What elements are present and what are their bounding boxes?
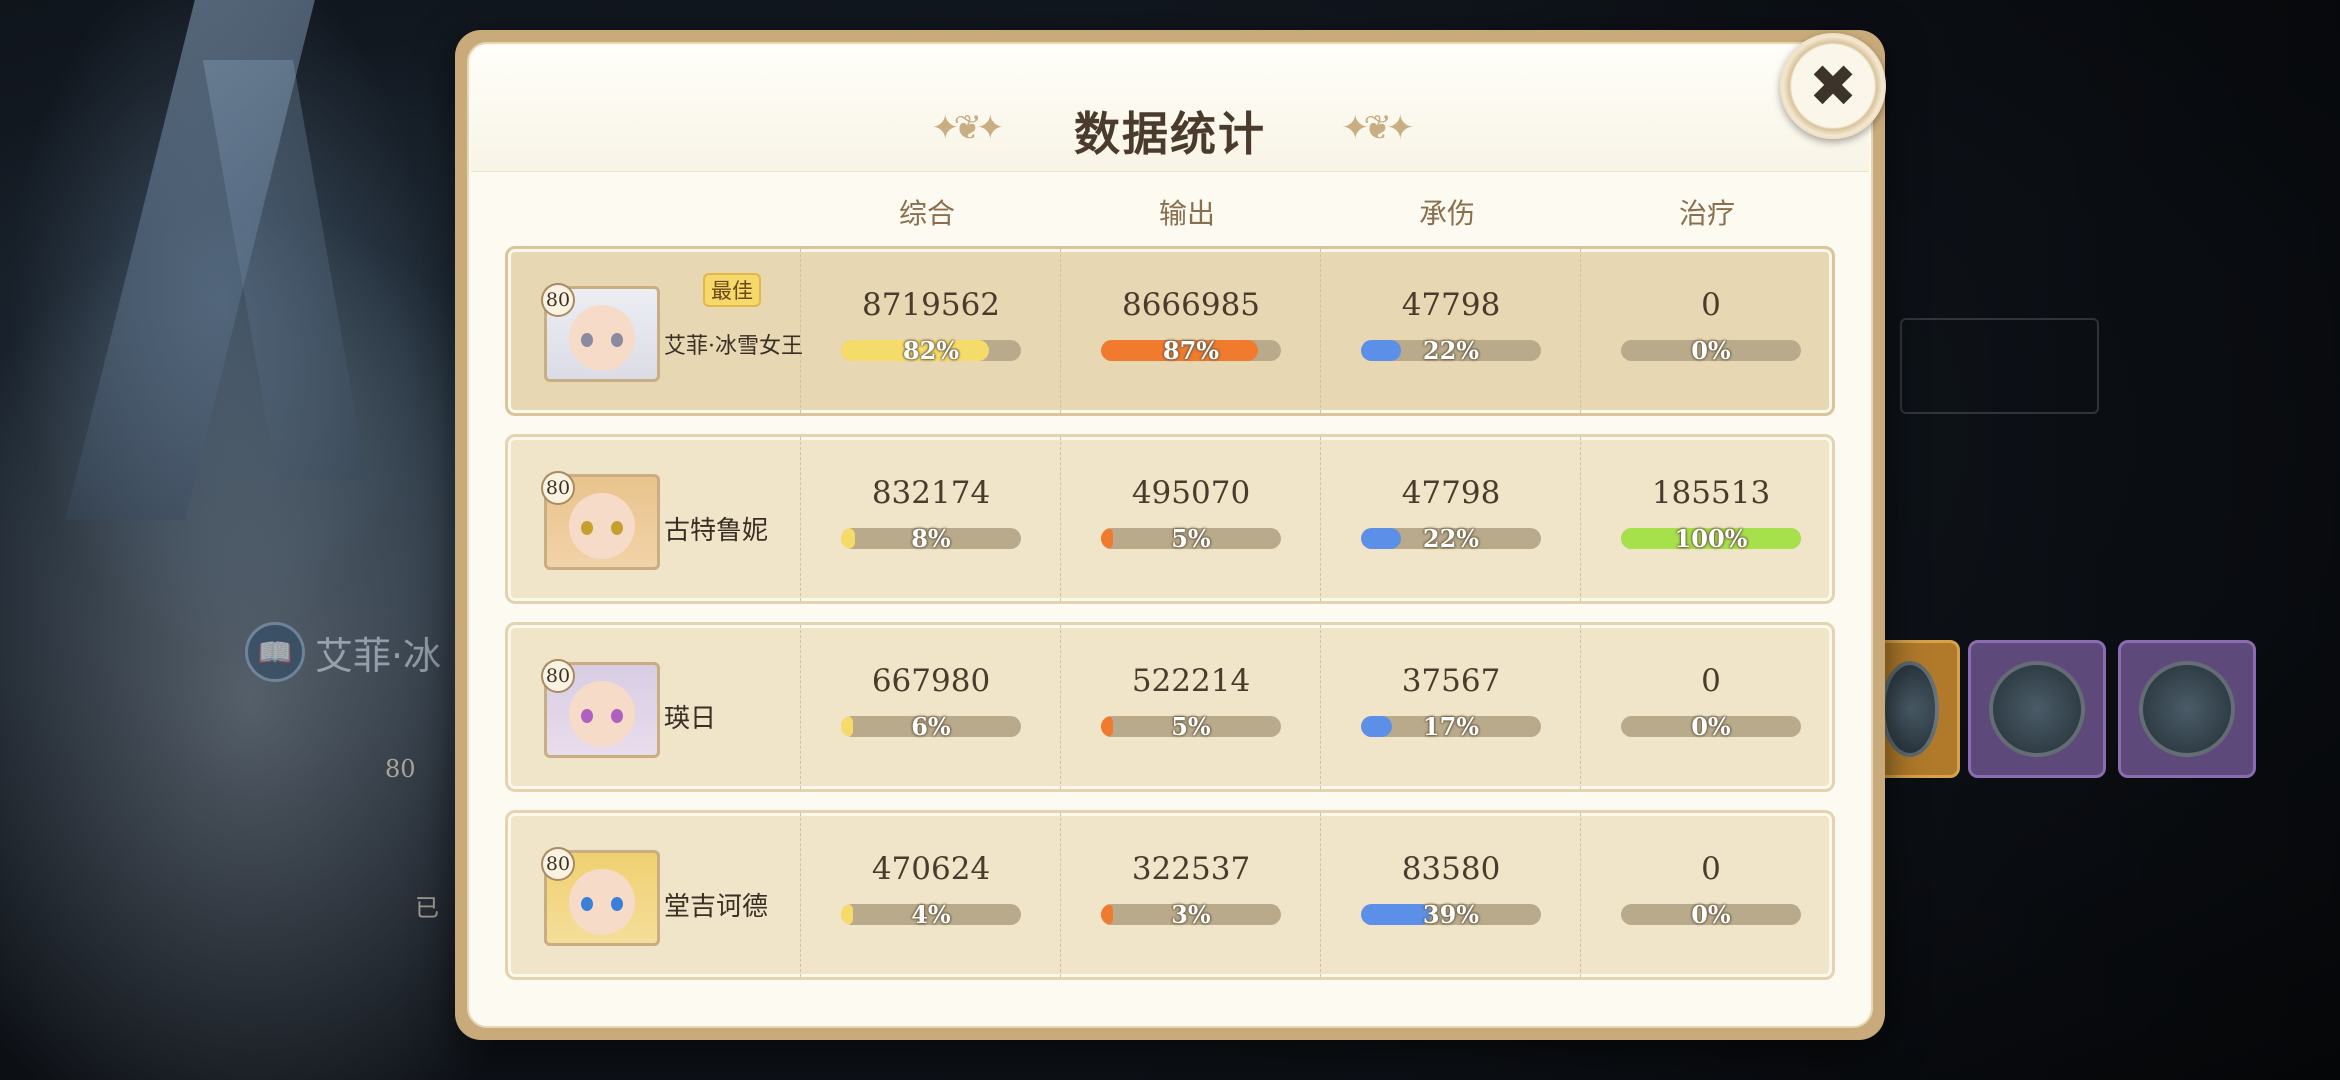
- best-badge: 最佳: [703, 273, 761, 307]
- background-skill-slot: [2118, 640, 2256, 778]
- stat-healing: 0 0%: [1580, 249, 1841, 413]
- stat-overall: 8719562 82%: [800, 249, 1061, 413]
- stat-value: 83580: [1401, 851, 1501, 887]
- stat-overall: 470624 4%: [800, 813, 1061, 977]
- stat-value: 47798: [1401, 475, 1501, 511]
- hero-name: 堂吉诃德: [664, 892, 769, 922]
- stat-healing: 0 0%: [1580, 813, 1841, 977]
- hero-face: [569, 305, 635, 371]
- stat-healing: 0 0%: [1580, 625, 1841, 789]
- stat-percent: 17%: [1422, 712, 1480, 741]
- stat-value: 8666985: [1121, 287, 1261, 323]
- hero-name: 瑛日: [664, 704, 717, 734]
- hero-info: 80 古特鲁妮: [508, 437, 800, 601]
- stat-damage-taken: 37567 17%: [1320, 625, 1581, 789]
- hero-eye: [611, 521, 623, 535]
- stat-percent: 5%: [1171, 524, 1211, 553]
- hero-row: 80 堂吉诃德 470624 4% 322537 3% 83580 39% 0 0%: [505, 810, 1835, 980]
- stat-percent: 5%: [1171, 712, 1211, 741]
- stat-percent: 0%: [1691, 900, 1731, 929]
- stat-overall: 832174 8%: [800, 437, 1061, 601]
- stat-value: 667980: [871, 663, 991, 699]
- stat-damage: 322537 3%: [1060, 813, 1321, 977]
- hero-row: 80 最佳艾菲·冰雪女王 8719562 82% 8666985 87% 47798 22% 0…: [505, 246, 1835, 416]
- stat-percent: 0%: [1691, 336, 1731, 365]
- stat-percent: 82%: [902, 336, 960, 365]
- stat-overall: 667980 6%: [800, 625, 1061, 789]
- stat-value: 322537: [1131, 851, 1251, 887]
- stat-healing: 185513 100%: [1580, 437, 1841, 601]
- stat-damage-taken: 47798 22%: [1320, 249, 1581, 413]
- hero-info: 80 堂吉诃德: [508, 813, 800, 977]
- stat-damage: 8666985 87%: [1060, 249, 1321, 413]
- stat-percent: 3%: [1171, 900, 1211, 929]
- stat-value: 495070: [1131, 475, 1251, 511]
- column-header-damage-taken: 承伤: [1418, 197, 1475, 230]
- hero-level-badge: 80: [541, 283, 575, 317]
- background-hero-label: 📖 艾菲·冰: [245, 622, 441, 682]
- close-button[interactable]: ✖: [1780, 33, 1886, 139]
- hero-level-badge: 80: [541, 847, 575, 881]
- stat-value: 832174: [871, 475, 991, 511]
- panel-header: ✦❦✦ 数据统计 ✦❦✦: [471, 46, 1869, 172]
- stat-percent: 8%: [911, 524, 951, 553]
- stat-value: 0: [1701, 663, 1721, 699]
- hero-eye: [611, 333, 623, 347]
- hero-eye: [581, 333, 593, 347]
- stat-value: 0: [1701, 851, 1721, 887]
- stat-percent: 4%: [911, 900, 951, 929]
- hero-face: [569, 493, 635, 559]
- column-header-healing: 治疗: [1678, 197, 1735, 230]
- stat-percent: 87%: [1162, 336, 1220, 365]
- panel-title: 数据统计: [1074, 107, 1266, 161]
- stat-percent: 22%: [1422, 336, 1480, 365]
- stat-value: 470624: [871, 851, 991, 887]
- stat-damage: 522214 5%: [1060, 625, 1321, 789]
- hero-name: 古特鲁妮: [664, 516, 769, 546]
- background-hero-level: 80: [385, 755, 416, 783]
- stat-value: 522214: [1131, 663, 1251, 699]
- title-flourish-right: ✦❦✦: [1341, 108, 1415, 148]
- stat-percent: 100%: [1674, 524, 1748, 553]
- hero-row: 80 瑛日 667980 6% 522214 5% 37567 17% 0 0%: [505, 622, 1835, 792]
- background-hero-status: 已: [415, 894, 439, 922]
- stat-damage-taken: 83580 39%: [1320, 813, 1581, 977]
- background-panel-outline: [1900, 318, 2099, 414]
- hero-level-badge: 80: [541, 659, 575, 693]
- stat-value: 8719562: [861, 287, 1001, 323]
- stat-value: 0: [1701, 287, 1721, 323]
- stat-percent: 22%: [1422, 524, 1480, 553]
- hero-face: [569, 681, 635, 747]
- hero-eye: [581, 521, 593, 535]
- hero-name: 艾菲·冰雪女王: [664, 334, 803, 359]
- book-icon: 📖: [245, 622, 305, 682]
- stat-value: 185513: [1651, 475, 1771, 511]
- stat-damage: 495070 5%: [1060, 437, 1321, 601]
- hero-eye: [611, 709, 623, 723]
- hero-info: 80 瑛日: [508, 625, 800, 789]
- hero-eye: [581, 897, 593, 911]
- hero-level-badge: 80: [541, 471, 575, 505]
- stat-value: 37567: [1401, 663, 1501, 699]
- column-header-overall: 综合: [898, 197, 955, 230]
- stat-percent: 39%: [1422, 900, 1480, 929]
- hero-eye: [581, 709, 593, 723]
- stat-damage-taken: 47798 22%: [1320, 437, 1581, 601]
- stat-percent: 0%: [1691, 712, 1731, 741]
- hero-face: [569, 869, 635, 935]
- stat-value: 47798: [1401, 287, 1501, 323]
- hero-info: 80 最佳艾菲·冰雪女王: [508, 249, 803, 413]
- hero-row: 80 古特鲁妮 832174 8% 495070 5% 47798 22% 185513 100%: [505, 434, 1835, 604]
- close-icon: ✖: [1808, 52, 1858, 120]
- stat-percent: 6%: [911, 712, 951, 741]
- hero-eye: [611, 897, 623, 911]
- column-header-damage: 输出: [1158, 197, 1215, 230]
- background-skill-slot: [1968, 640, 2106, 778]
